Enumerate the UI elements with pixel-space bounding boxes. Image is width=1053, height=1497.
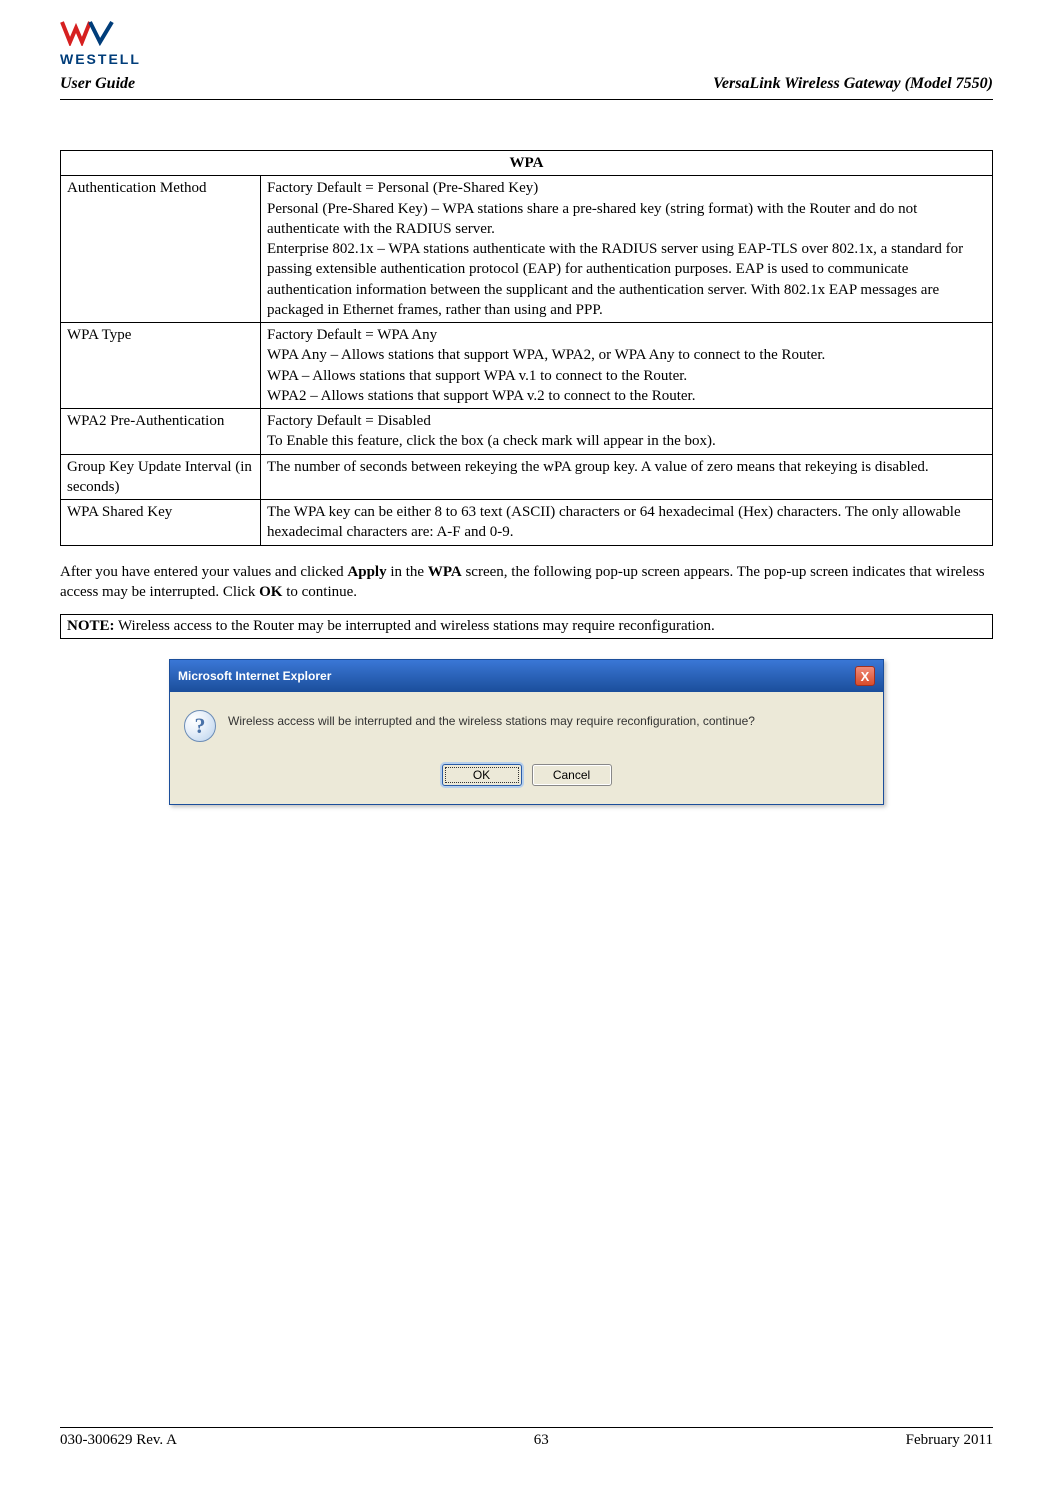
confirm-dialog: Microsoft Internet Explorer X ? Wireless… bbox=[169, 659, 884, 805]
footer-divider bbox=[60, 1427, 993, 1428]
question-icon: ? bbox=[184, 710, 216, 742]
footer-page-number: 63 bbox=[534, 1432, 549, 1449]
footer-left: 030-300629 Rev. A bbox=[60, 1432, 177, 1449]
cancel-button[interactable]: Cancel bbox=[532, 764, 612, 786]
table-row: WPA TypeFactory Default = WPA AnyWPA Any… bbox=[61, 323, 993, 409]
note-label: NOTE: bbox=[67, 618, 115, 634]
logo-text: WESTELL bbox=[60, 51, 993, 67]
wpa-table: WPA Authentication MethodFactory Default… bbox=[60, 150, 993, 546]
page-footer: 030-300629 Rev. A 63 February 2011 bbox=[60, 1427, 993, 1449]
cell-value: Factory Default = DisabledTo Enable this… bbox=[261, 409, 993, 455]
para-bold: WPA bbox=[428, 564, 462, 580]
table-row: Group Key Update Interval (in seconds)Th… bbox=[61, 454, 993, 500]
para-text: After you have entered your values and c… bbox=[60, 564, 347, 580]
dialog-message: Wireless access will be interrupted and … bbox=[228, 710, 755, 728]
para-text: in the bbox=[387, 564, 428, 580]
cell-label: WPA Shared Key bbox=[61, 500, 261, 546]
close-icon: X bbox=[861, 669, 870, 684]
para-bold: OK bbox=[259, 584, 282, 600]
brand-logo: WESTELL bbox=[60, 20, 993, 67]
cell-value: The WPA key can be either 8 to 63 text (… bbox=[261, 500, 993, 546]
table-row: WPA Shared KeyThe WPA key can be either … bbox=[61, 500, 993, 546]
table-title: WPA bbox=[61, 151, 993, 176]
para-text: to continue. bbox=[282, 584, 357, 600]
body-paragraph: After you have entered your values and c… bbox=[60, 562, 993, 603]
header-divider bbox=[60, 99, 993, 100]
cell-label: Group Key Update Interval (in seconds) bbox=[61, 454, 261, 500]
close-button[interactable]: X bbox=[855, 666, 875, 686]
page-header: User Guide VersaLink Wireless Gateway (M… bbox=[60, 75, 993, 93]
header-left: User Guide bbox=[60, 75, 135, 93]
ok-button[interactable]: OK bbox=[442, 764, 522, 786]
footer-right: February 2011 bbox=[906, 1432, 993, 1449]
header-right: VersaLink Wireless Gateway (Model 7550) bbox=[713, 75, 993, 93]
cell-label: Authentication Method bbox=[61, 176, 261, 323]
para-bold: Apply bbox=[347, 564, 386, 580]
note-text: Wireless access to the Router may be int… bbox=[115, 618, 715, 634]
table-row: WPA2 Pre-AuthenticationFactory Default =… bbox=[61, 409, 993, 455]
dialog-body: ? Wireless access will be interrupted an… bbox=[170, 692, 883, 804]
cell-label: WPA2 Pre-Authentication bbox=[61, 409, 261, 455]
dialog-titlebar: Microsoft Internet Explorer X bbox=[170, 660, 883, 692]
cell-value: Factory Default = Personal (Pre-Shared K… bbox=[261, 176, 993, 323]
cell-label: WPA Type bbox=[61, 323, 261, 409]
dialog-title: Microsoft Internet Explorer bbox=[178, 669, 331, 683]
cell-value: Factory Default = WPA AnyWPA Any – Allow… bbox=[261, 323, 993, 409]
question-glyph: ? bbox=[184, 710, 216, 742]
note-box: NOTE: Wireless access to the Router may … bbox=[60, 614, 993, 639]
logo-mark-icon bbox=[60, 20, 116, 51]
table-row: Authentication MethodFactory Default = P… bbox=[61, 176, 993, 323]
cell-value: The number of seconds between rekeying t… bbox=[261, 454, 993, 500]
